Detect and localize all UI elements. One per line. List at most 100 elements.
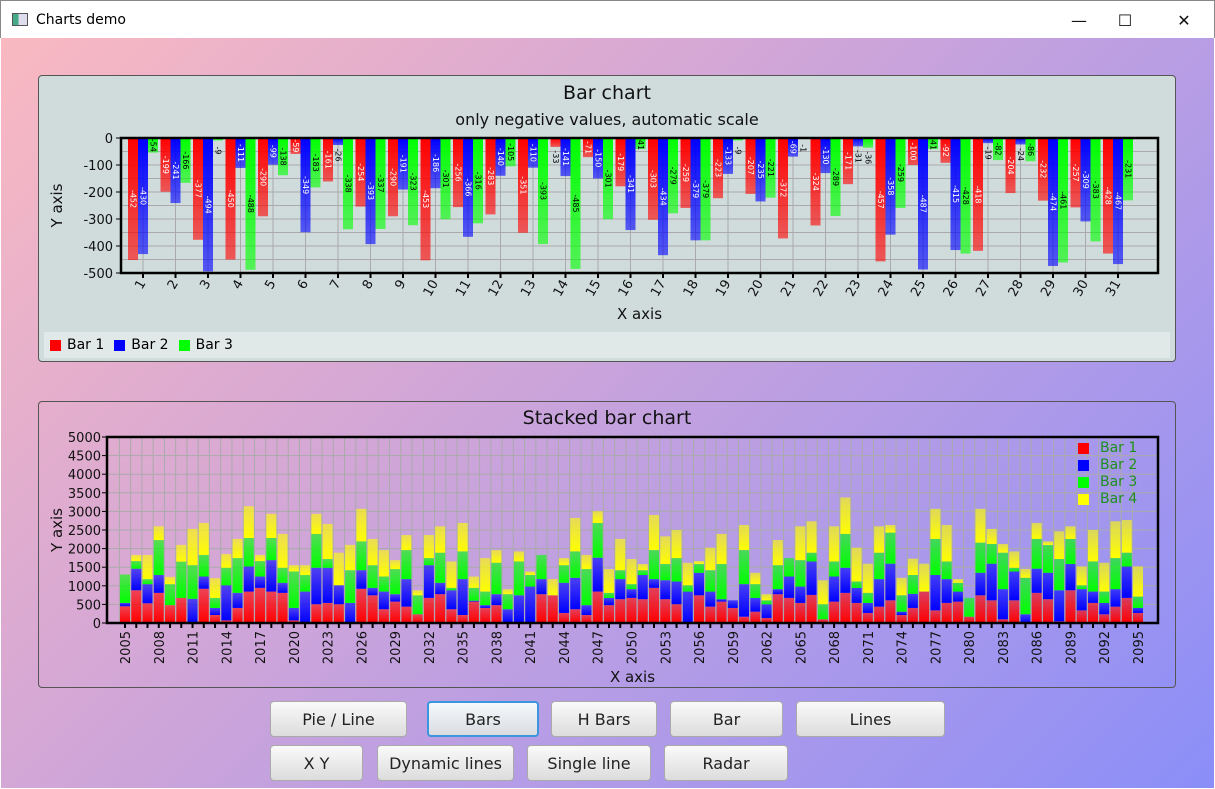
stacked-bar-segment [356, 570, 367, 589]
stacked-bar-segment [390, 569, 401, 595]
stacked-bar-segment [243, 506, 254, 538]
data-label: -179 [616, 153, 625, 171]
stacked-bar-segment [210, 578, 221, 598]
stacked-bar-segment [795, 526, 806, 561]
stacked-bar-segment [615, 599, 626, 623]
stacked-bar-segment [221, 553, 232, 568]
legend-item-bar2: Bar 2 [114, 337, 169, 353]
y-tick-label: -300 [83, 213, 113, 228]
stacked-bar-segment [581, 554, 592, 570]
x-tick-label: 2032 [423, 631, 438, 664]
stacked-bar-segment [435, 526, 446, 553]
stacked-bar-segment [198, 522, 209, 555]
stacked-bar-segment [739, 584, 750, 617]
stacked-bar-segment [750, 584, 761, 598]
stacked-bar-segment [1087, 561, 1098, 592]
stacked-bar-chart-panel: Stacked bar chart 0 500 1000 1500 2000 2500 30… [38, 401, 1176, 688]
window-title: Charts demo [36, 12, 126, 28]
data-label: -428 [1104, 187, 1113, 205]
stacked-bar-segment [637, 575, 648, 600]
stacked-bar-segment [1133, 612, 1143, 623]
x-tick-label: 2080 [963, 631, 978, 664]
stacked-bar-segment [480, 558, 491, 592]
y-tick-label: -100 [83, 159, 113, 174]
stacked-bar-segment [727, 607, 738, 623]
stacked-bar-segment [1009, 600, 1020, 623]
data-label: -290 [389, 168, 398, 186]
stacked-bar-segment [862, 602, 873, 613]
stacked-bar-segment [626, 589, 637, 598]
maximize-button[interactable]: ☐ [1102, 1, 1148, 39]
data-label: -71 [584, 141, 593, 154]
close-button[interactable]: ✕ [1161, 1, 1207, 39]
stacked-bar-segment [266, 560, 277, 592]
data-label: -283 [486, 167, 495, 185]
stacked-bar-segment [682, 562, 693, 586]
bar-chart-panel: Bar chart only negative values, automati… [38, 75, 1176, 362]
stacked-bar-segment [232, 607, 243, 623]
stacked-bar-segment [367, 587, 378, 596]
data-label: -452 [129, 190, 138, 208]
stacked-bar-segment [694, 572, 705, 596]
stacked-bar-segment [356, 508, 367, 542]
stacked-bar-segment [952, 582, 963, 592]
stacked-bar-segment [277, 533, 288, 568]
stacked-bar-segment [671, 530, 682, 559]
stacked-bar-segment [705, 570, 716, 592]
x-tick-label: 2035 [457, 631, 472, 664]
x-tick-label: 2062 [761, 631, 776, 664]
data-label: -430 [139, 187, 148, 205]
x-tick-label: 2011 [187, 631, 202, 664]
content-area: Bar chart only negative values, automati… [1, 38, 1214, 788]
stacked-bar-segment [1054, 531, 1065, 560]
stacked-bar-segment [716, 601, 727, 623]
stacked-bar-segment [1054, 559, 1065, 591]
data-label: -19 [984, 147, 993, 160]
stacked-bar-segment [300, 575, 311, 592]
data-label: -254 [356, 163, 365, 181]
stacked-bar-segment [187, 565, 198, 599]
single-line-button[interactable]: Single line [527, 745, 651, 781]
x-tick-label: 21 [778, 278, 799, 300]
dynamic-lines-button[interactable]: Dynamic lines [377, 745, 514, 781]
x-tick-label: 19 [713, 278, 734, 300]
stacked-bar-segment [333, 604, 344, 623]
stacked-bar-segment [851, 581, 862, 588]
stacked-bar-segment [952, 579, 963, 583]
stacked-bar-segment [277, 582, 288, 593]
stacked-bar-segment [1087, 530, 1098, 562]
pie-line-button[interactable]: Pie / Line [270, 701, 407, 737]
stacked-bar-segment [975, 542, 986, 573]
stacked-bar-segment [502, 594, 513, 610]
xy-button[interactable]: X Y [270, 745, 363, 781]
stacked-bar-segment [457, 551, 468, 580]
data-label: -69 [789, 141, 798, 154]
data-label: -303 [649, 170, 658, 188]
stacked-bar-segment [1099, 562, 1110, 592]
data-label: -393 [539, 182, 548, 200]
stacked-bar-segment [896, 611, 907, 616]
stacked-bar-segment [210, 607, 221, 616]
bar-button[interactable]: Bar [670, 701, 783, 737]
y-tick-label: 1500 [68, 561, 101, 576]
data-label: -207 [746, 157, 755, 175]
bars-button[interactable]: Bars [427, 701, 539, 737]
x-tick-label: 13 [518, 278, 539, 300]
stacked-bar-segment [626, 584, 637, 590]
lines-button[interactable]: Lines [796, 701, 945, 737]
h-bars-button[interactable]: H Bars [551, 701, 657, 737]
legend-label: Bar 3 [195, 337, 233, 353]
minimize-button[interactable]: — [1056, 1, 1102, 39]
stacked-bar-segment [412, 614, 423, 623]
radar-button[interactable]: Radar [664, 745, 788, 781]
stacked-bar-segment [660, 536, 671, 565]
stacked-bar-segment [570, 609, 581, 623]
stacked-bar-segment [874, 526, 885, 553]
stacked-bar-segment [401, 606, 412, 623]
x-tick-label: 7 [327, 278, 344, 293]
stacked-bar-segment [615, 538, 626, 571]
data-label: -450 [226, 190, 235, 208]
stacked-bar-segment [694, 561, 705, 565]
stacked-bar-segment [997, 589, 1008, 620]
data-label: -100 [909, 142, 918, 160]
